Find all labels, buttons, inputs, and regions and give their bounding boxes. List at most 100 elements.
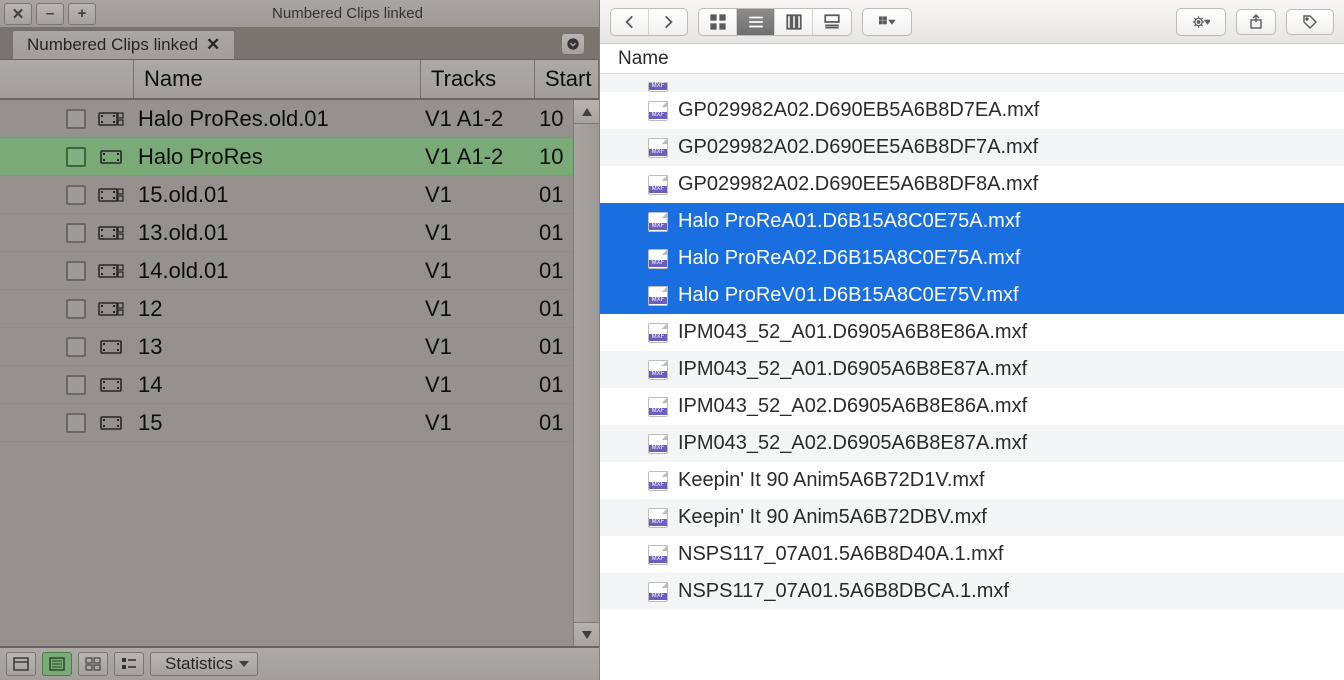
close-window-button[interactable]: ✕ [4, 3, 32, 25]
list-view-icon [747, 13, 765, 31]
row-checkbox[interactable] [66, 299, 86, 319]
bin-row[interactable]: 15V101 [0, 404, 599, 442]
scroll-track[interactable] [574, 124, 599, 622]
mxf-file-icon [648, 82, 668, 92]
file-name: IPM043_52_A01.D6905A6B8E87A.mxf [678, 358, 1027, 381]
list-item[interactable]: Halo ProReA02.D6B15A8C0E75A.mxf [600, 240, 1344, 277]
clip-name: 14.old.01 [134, 258, 421, 284]
window-title: Numbered Clips linked [96, 5, 599, 22]
finder-toolbar [600, 0, 1344, 44]
close-tab-icon[interactable]: ✕ [206, 35, 220, 55]
row-checkbox[interactable] [66, 261, 86, 281]
file-name: Halo ProReA01.D6B15A8C0E75A.mxf [678, 210, 1020, 233]
row-checkbox[interactable] [66, 223, 86, 243]
list-item[interactable]: NSPS117_07A01.5A6B8D40A.1.mxf [600, 536, 1344, 573]
list-item[interactable]: Keepin' It 90 Anim5A6B72D1V.mxf [600, 462, 1344, 499]
list-item[interactable]: IPM043_52_A01.D6905A6B8E86A.mxf [600, 314, 1344, 351]
clip-icon [98, 300, 124, 318]
bin-menu-button[interactable] [561, 33, 585, 55]
row-checkbox[interactable] [66, 413, 86, 433]
list-item[interactable]: IPM043_52_A02.D6905A6B8E87A.mxf [600, 425, 1344, 462]
row-checkbox[interactable] [66, 109, 86, 129]
row-checkbox[interactable] [66, 185, 86, 205]
arrange-group-menu[interactable] [862, 8, 912, 36]
bin-body: Halo ProRes.old.01V1 A1-210Halo ProResV1… [0, 100, 599, 646]
column-header-name[interactable]: Name [134, 60, 421, 98]
file-name: IPM043_52_A02.D6905A6B8E87A.mxf [678, 432, 1027, 455]
clip-name: 15 [134, 410, 421, 436]
bin-row[interactable]: 12V101 [0, 290, 599, 328]
share-button[interactable] [1236, 9, 1276, 35]
row-checkbox[interactable] [66, 337, 86, 357]
brief-view-icon [13, 657, 29, 671]
list-item[interactable]: Halo ProReA01.D6B15A8C0E75A.mxf [600, 203, 1344, 240]
bin-column-header: Name Tracks Start [0, 60, 599, 100]
scroll-down-button[interactable] [574, 622, 599, 646]
bin-row[interactable]: Halo ProRes.old.01V1 A1-210 [0, 100, 599, 138]
arrange-icon [878, 13, 896, 31]
list-item[interactable]: NSPS117_07A01.5A6B8DBCA.1.mxf [600, 573, 1344, 610]
chevron-down-icon [889, 20, 894, 23]
view-brief-button[interactable] [6, 652, 36, 676]
file-name: Keepin' It 90 Anim5A6B72D1V.mxf [678, 469, 985, 492]
column-view-button[interactable] [775, 9, 813, 35]
list-item[interactable]: GP029982A02.D690EE5A6B8DF8A.mxf [600, 166, 1344, 203]
bin-row[interactable]: 13.old.01V101 [0, 214, 599, 252]
avid-bin-window: ✕ – + Numbered Clips linked Numbered Cli… [0, 0, 600, 680]
bin-row[interactable]: 14.old.01V101 [0, 252, 599, 290]
back-button[interactable] [611, 9, 649, 35]
bin-stats-menu[interactable]: Statistics [150, 652, 258, 676]
mxf-file-icon [648, 471, 668, 491]
list-item[interactable]: Halo ProReV01.D6B15A8C0E75V.mxf [600, 277, 1344, 314]
list-item[interactable]: GP029982A02.D690EE5A6B8DF7A.mxf [600, 129, 1344, 166]
scroll-up-button[interactable] [574, 100, 599, 124]
chevron-down-circle-icon [566, 37, 580, 51]
forward-button[interactable] [649, 9, 687, 35]
bin-row[interactable]: Halo ProResV1 A1-210 [0, 138, 599, 176]
mxf-file-icon [648, 397, 668, 417]
column-header-tracks[interactable]: Tracks [421, 60, 535, 98]
clip-icon [98, 338, 124, 356]
bin-row[interactable]: 13V101 [0, 328, 599, 366]
bin-tab[interactable]: Numbered Clips linked ✕ [12, 30, 235, 59]
row-checkbox[interactable] [66, 375, 86, 395]
bin-vertical-scrollbar[interactable] [573, 100, 599, 646]
list-view-button[interactable] [737, 9, 775, 35]
column-header-icons[interactable] [0, 60, 134, 98]
view-frame-button[interactable] [78, 652, 108, 676]
row-checkbox[interactable] [66, 147, 86, 167]
clip-name: Halo ProRes.old.01 [134, 106, 421, 132]
column-header-start[interactable]: Start [535, 60, 599, 98]
list-item[interactable] [600, 74, 1344, 92]
mxf-file-icon [648, 286, 668, 306]
clip-tracks: V1 [421, 296, 535, 322]
view-script-button[interactable] [114, 652, 144, 676]
clip-icon [98, 110, 124, 128]
triangle-down-icon [581, 630, 593, 640]
bin-row[interactable]: 14V101 [0, 366, 599, 404]
file-name: IPM043_52_A01.D6905A6B8E86A.mxf [678, 321, 1027, 344]
mxf-file-icon [648, 212, 668, 232]
clip-tracks: V1 [421, 334, 535, 360]
view-mode-buttons [698, 8, 852, 36]
maximize-window-button[interactable]: + [68, 3, 96, 25]
icon-view-button[interactable] [699, 9, 737, 35]
file-name: GP029982A02.D690EE5A6B8DF8A.mxf [678, 173, 1038, 196]
list-item[interactable]: GP029982A02.D690EB5A6B8D7EA.mxf [600, 92, 1344, 129]
finder-column-header[interactable]: Name [600, 44, 1344, 74]
finder-window: Name GP029982A02.D690EB5A6B8D7EA.mxfGP02… [600, 0, 1344, 680]
avid-tabbar: Numbered Clips linked ✕ [0, 28, 599, 60]
list-item[interactable]: IPM043_52_A02.D6905A6B8E86A.mxf [600, 388, 1344, 425]
bin-row[interactable]: 15.old.01V101 [0, 176, 599, 214]
clip-icon [98, 262, 124, 280]
clip-icon [98, 224, 124, 242]
triangle-up-icon [581, 107, 593, 117]
view-text-button[interactable] [42, 652, 72, 676]
coverflow-view-button[interactable] [813, 9, 851, 35]
action-menu[interactable] [1176, 8, 1226, 36]
minimize-window-button[interactable]: – [36, 3, 64, 25]
list-item[interactable]: Keepin' It 90 Anim5A6B72DBV.mxf [600, 499, 1344, 536]
list-item[interactable]: IPM043_52_A01.D6905A6B8E87A.mxf [600, 351, 1344, 388]
tags-button[interactable] [1286, 9, 1334, 35]
chevron-left-icon [621, 13, 639, 31]
